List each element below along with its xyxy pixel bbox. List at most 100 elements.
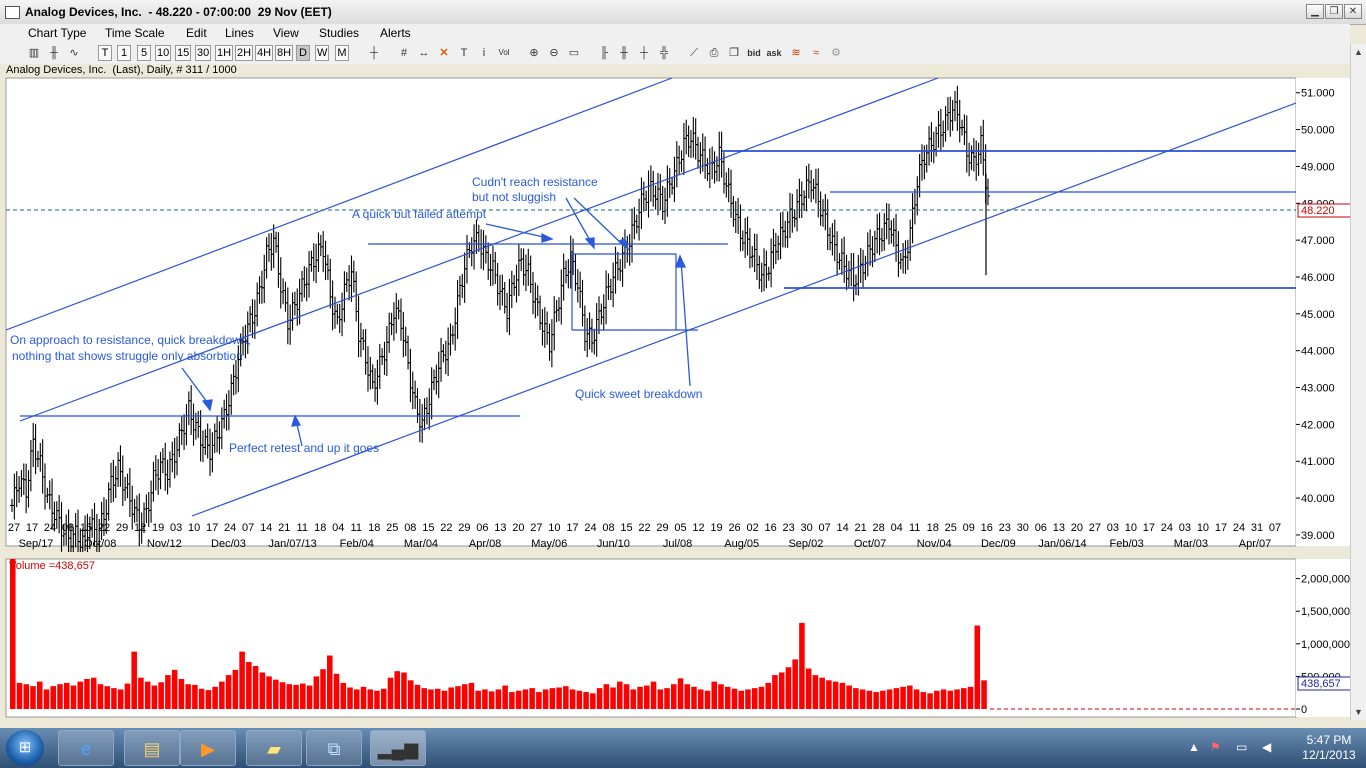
scroll-icon[interactable]: ↔ (416, 45, 432, 61)
candle-icon[interactable]: ╫ (616, 45, 632, 61)
period-t[interactable]: T (98, 45, 112, 61)
volume-bar (144, 681, 151, 709)
study-icon[interactable]: ≈ (808, 45, 824, 61)
volume-bar (886, 689, 893, 709)
print-icon[interactable]: ⎙ (706, 45, 722, 61)
bar-style-icon[interactable]: ╟ (596, 45, 612, 61)
fit-icon[interactable]: ▭ (566, 45, 582, 61)
line-chart-icon[interactable]: ∿ (66, 45, 82, 61)
period-2h[interactable]: 2H (235, 45, 254, 61)
menu-chart-type[interactable]: Chart Type (28, 26, 86, 40)
volume-bar (70, 685, 77, 709)
bid-icon[interactable]: bid (746, 45, 762, 61)
volume-bar (306, 685, 313, 709)
volume-bar (23, 684, 30, 709)
hlc-icon[interactable]: ┼ (636, 45, 652, 61)
trading-app-icon[interactable]: ⧉ (306, 730, 362, 766)
zoom-in-icon[interactable]: ⊕ (526, 45, 542, 61)
annotation-perfect-retest: Perfect retest and up it goes (229, 441, 379, 455)
x-month-label: Jan/07/13 (268, 538, 316, 550)
volume-bar (482, 689, 488, 709)
restore-button[interactable]: ❐ (1325, 4, 1343, 19)
period-10[interactable]: 10 (155, 45, 172, 61)
info-icon[interactable]: i (476, 45, 492, 61)
bar-chart-icon[interactable]: ▥ (26, 45, 42, 61)
menu-edit[interactable]: Edit (186, 26, 207, 40)
period-4h[interactable]: 4H (255, 45, 274, 61)
x-month-label: Aug/05 (724, 538, 759, 550)
period-1h[interactable]: 1H (215, 45, 234, 61)
chart-app-icon[interactable]: ▂▄▆ (370, 730, 426, 766)
x-day-label: 17 (1215, 522, 1227, 534)
volume-bar (232, 669, 239, 709)
toolbar: ▥ ╫ ∿ T 1 5 10 15 30 1H 2H 4H 8H D W M ┼… (0, 44, 1350, 64)
settings-icon[interactable]: ⚙ (828, 45, 844, 61)
period-d[interactable]: D (296, 45, 310, 61)
internet-explorer-icon[interactable]: e (58, 730, 114, 766)
scroll-down-icon[interactable]: ▼ (1354, 707, 1363, 717)
period-8h[interactable]: 8H (275, 45, 294, 61)
vertical-scrollbar[interactable]: ▲ ▼ (1350, 44, 1366, 720)
menu-view[interactable]: View (273, 26, 299, 40)
menu-time-scale[interactable]: Time Scale (105, 26, 165, 40)
x-month-label: Mar/03 (1174, 538, 1208, 550)
volume-bar (192, 684, 198, 709)
menu-lines[interactable]: Lines (225, 26, 254, 40)
minimize-button[interactable]: ▁ (1306, 4, 1324, 19)
period-15[interactable]: 15 (175, 45, 192, 61)
x-day-label: 22 (638, 522, 650, 534)
menu-alerts[interactable]: Alerts (380, 26, 411, 40)
sticky-notes-icon[interactable]: ▰ (246, 730, 302, 766)
crosshair-icon[interactable]: ┼ (366, 45, 382, 61)
volume-bar (670, 684, 677, 709)
close-button[interactable]: ✕ (1344, 4, 1362, 19)
start-button[interactable]: ⊞ (6, 730, 44, 766)
period-m[interactable]: M (335, 45, 349, 61)
ohlc-style-icon[interactable]: ╬ (656, 45, 672, 61)
x-day-label: 24 (1233, 522, 1245, 534)
system-clock[interactable]: 5:47 PM 12/1/2013 (1296, 733, 1362, 763)
volume-bar (36, 681, 43, 709)
volume-bar (934, 690, 940, 709)
indicator-icon[interactable]: ≋ (788, 45, 804, 61)
show-hidden-icons-icon[interactable]: ▲ (1188, 740, 1200, 754)
x-day-label: 12 (692, 522, 704, 534)
x-day-label: 15 (422, 522, 434, 534)
price-chart[interactable]: On approach to resistance, quick breakdo… (0, 76, 1350, 552)
x-day-label: 18 (368, 522, 380, 534)
period-w[interactable]: W (315, 45, 330, 61)
volume-bar (16, 682, 23, 709)
volume-bar (772, 675, 778, 709)
scroll-up-icon[interactable]: ▲ (1354, 47, 1363, 57)
period-30[interactable]: 30 (195, 45, 212, 61)
volume-bar (536, 692, 542, 709)
x-day-label: 16 (764, 522, 776, 534)
volume-bar (178, 679, 185, 709)
delete-icon[interactable]: ✕ (436, 45, 452, 61)
copy-icon[interactable]: ❐ (726, 45, 742, 61)
media-player-icon[interactable]: ▶ (180, 730, 236, 766)
volume-bar (785, 667, 792, 709)
volume-chart[interactable]: Volume =438,657 2,000,000 1,500,000 1,000,… (0, 557, 1350, 720)
ask-icon[interactable]: ask (766, 45, 782, 61)
price-tick-label: 49.000 (1301, 161, 1335, 173)
period-5[interactable]: 5 (137, 45, 151, 61)
volume-bar (353, 689, 360, 709)
volume-icon[interactable]: Vol (496, 45, 512, 61)
grid-icon[interactable]: # (396, 45, 412, 61)
menu-studies[interactable]: Studies (319, 26, 359, 40)
network-icon[interactable]: ▭ (1236, 740, 1247, 754)
action-center-icon[interactable]: ⚑ (1210, 740, 1221, 754)
x-month-label: Jul/08 (663, 538, 692, 550)
volume-bar (266, 676, 272, 709)
x-day-label: 18 (314, 522, 326, 534)
x-month-label: Nov/12 (147, 538, 182, 550)
text-icon[interactable]: T (456, 45, 472, 61)
period-1[interactable]: 1 (117, 45, 131, 61)
zoom-out-icon[interactable]: ⊖ (546, 45, 562, 61)
volume-tray-icon[interactable]: ◀ (1262, 740, 1271, 754)
file-explorer-icon[interactable]: ▤ (124, 730, 180, 766)
x-month-label: Oct/08 (84, 538, 116, 550)
ohlc-chart-icon[interactable]: ╫ (46, 45, 62, 61)
trendline-icon[interactable]: ⟋ (686, 45, 702, 61)
